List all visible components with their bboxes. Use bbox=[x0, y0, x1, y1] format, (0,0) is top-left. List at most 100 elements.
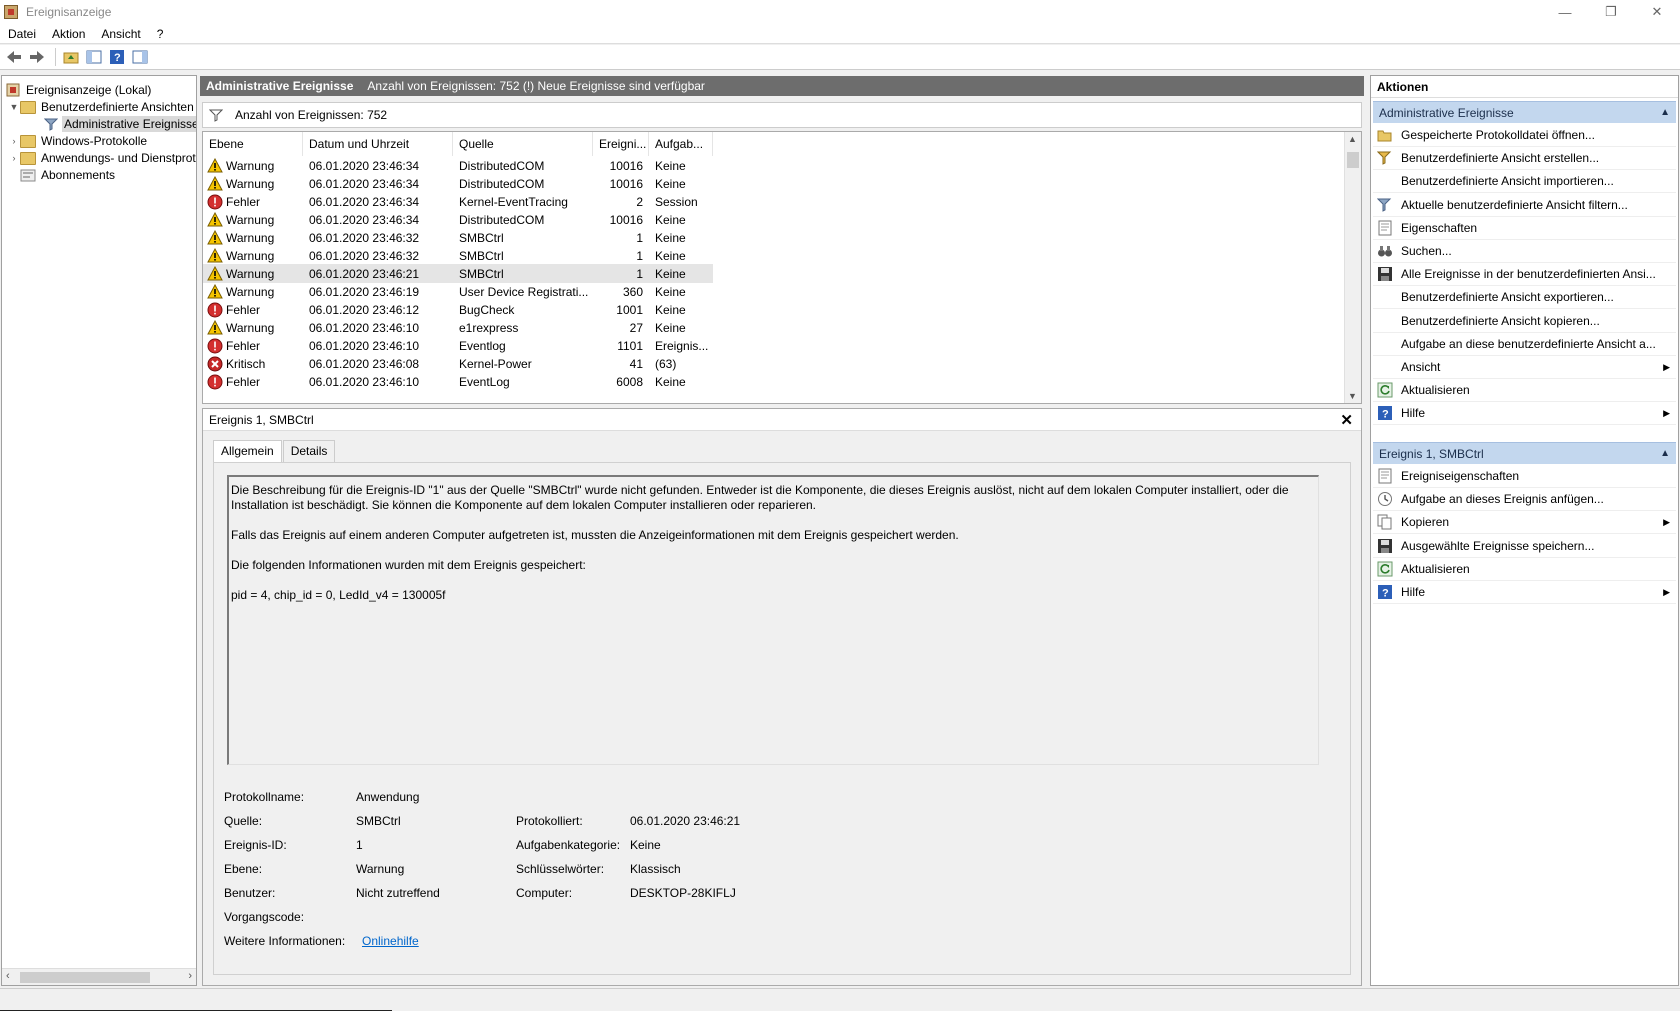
event-description[interactable]: Die Beschreibung für die Ereignis-ID "1"… bbox=[227, 475, 1319, 765]
event-row[interactable]: Fehler 06.01.2020 23:46:34 Kernel-EventTra… bbox=[203, 192, 713, 211]
back-arrow-icon bbox=[7, 51, 21, 63]
column-header-ereignis-id[interactable]: Ereigni... bbox=[593, 132, 649, 156]
scroll-thumb[interactable] bbox=[20, 972, 150, 983]
collapse-chevron-icon[interactable]: ▲ bbox=[1660, 448, 1670, 459]
column-header-aufgabe[interactable]: Aufgab... bbox=[649, 132, 713, 156]
action-item[interactable]: Aufgabe an dieses Ereignis anfügen... bbox=[1373, 488, 1676, 512]
event-row[interactable]: Warnung 06.01.2020 23:46:34 DistributedCOM… bbox=[203, 210, 713, 229]
event-row[interactable]: Kritisch 06.01.2020 23:46:08 Kernel-Power 4… bbox=[203, 354, 713, 373]
onlinehilfe-link[interactable]: Onlinehilfe bbox=[362, 934, 419, 948]
show-hide-tree-button[interactable] bbox=[84, 47, 104, 67]
cell-datum: 06.01.2020 23:46:34 bbox=[309, 158, 420, 173]
detail-title: Ereignis 1, SMBCtrl bbox=[209, 412, 314, 427]
tree-item-anwendungs-und-dienstprotokolle[interactable]: › Anwendungs- und Dienstprotokolle bbox=[8, 149, 197, 167]
label-aufgabenkategorie: Aufgabenkategorie: bbox=[516, 838, 621, 852]
collapsed-chevron-icon[interactable]: › bbox=[8, 136, 20, 146]
close-window-button[interactable]: ✕ bbox=[1634, 0, 1680, 24]
cell-quelle: Kernel-EventTracing bbox=[459, 194, 568, 209]
action-item[interactable]: Alle Ereignisse in der benutzerdefiniert… bbox=[1373, 263, 1676, 287]
show-hide-actions-button[interactable] bbox=[130, 47, 150, 67]
column-header-ebene[interactable]: Ebene bbox=[203, 132, 303, 156]
minimize-button[interactable]: — bbox=[1542, 0, 1588, 24]
up-folder-button[interactable] bbox=[61, 47, 81, 67]
collapsed-chevron-icon[interactable]: › bbox=[8, 153, 20, 163]
event-row[interactable]: Fehler 06.01.2020 23:46:12 BugCheck 1001 Kei… bbox=[203, 300, 713, 319]
action-item[interactable]: Kopieren ▶ bbox=[1373, 511, 1676, 535]
event-level: Warnung bbox=[226, 284, 275, 299]
action-item[interactable]: Benutzerdefinierte Ansicht importieren..… bbox=[1373, 170, 1676, 194]
value-schluesselwoerter: Klassisch bbox=[630, 862, 681, 876]
collapse-chevron-icon[interactable]: ▲ bbox=[1660, 107, 1670, 118]
column-header-datum[interactable]: Datum und Uhrzeit bbox=[303, 132, 453, 156]
menu-help[interactable]: ? bbox=[149, 24, 172, 44]
scroll-right-icon[interactable]: › bbox=[188, 970, 192, 982]
critical-icon bbox=[207, 356, 223, 372]
back-button[interactable] bbox=[4, 47, 24, 67]
cell-quelle: DistributedCOM bbox=[459, 158, 545, 173]
cell-quelle: DistributedCOM bbox=[459, 176, 545, 191]
tree-item-abonnements[interactable]: Abonnements bbox=[20, 166, 117, 184]
action-item[interactable]: Gespeicherte Protokolldatei öffnen... bbox=[1373, 124, 1676, 147]
event-row[interactable]: Warnung 06.01.2020 23:46:32 SMBCtrl 1 Keine bbox=[203, 246, 713, 265]
action-item[interactable]: ? Hilfe ▶ bbox=[1373, 581, 1676, 604]
event-row[interactable]: Warnung 06.01.2020 23:46:34 DistributedCOM… bbox=[203, 156, 713, 175]
tree-item-windows-protokolle[interactable]: › Windows-Protokolle bbox=[8, 132, 149, 150]
action-label: Suchen... bbox=[1401, 244, 1452, 258]
scroll-down-icon[interactable]: ▼ bbox=[1348, 391, 1357, 401]
subscription-icon bbox=[20, 169, 36, 182]
action-item[interactable]: Benutzerdefinierte Ansicht erstellen... bbox=[1373, 147, 1676, 171]
toolbar-separator bbox=[55, 48, 56, 66]
menu-ansicht[interactable]: Ansicht bbox=[93, 24, 148, 44]
forward-button[interactable] bbox=[27, 47, 47, 67]
event-level: Fehler bbox=[226, 194, 261, 209]
list-vertical-scrollbar[interactable]: ▲ ▼ bbox=[1344, 132, 1361, 403]
action-item[interactable]: Aufgabe an diese benutzerdefinierte Ansi… bbox=[1373, 333, 1676, 356]
expanded-chevron-icon[interactable]: ▼ bbox=[8, 102, 20, 112]
value-computer: DESKTOP-28KIFLJ bbox=[630, 886, 736, 900]
action-item[interactable]: Aktuelle benutzerdefinierte Ansicht filt… bbox=[1373, 194, 1676, 217]
tree-item-ereignisanzeige[interactable]: Ereignisanzeige (Lokal) bbox=[6, 81, 153, 99]
cell-quelle: SMBCtrl bbox=[459, 266, 504, 281]
tab-allgemein[interactable]: Allgemein bbox=[213, 440, 282, 463]
restore-button[interactable]: ❐ bbox=[1588, 0, 1634, 24]
cell-quelle: Eventlog bbox=[459, 338, 506, 353]
tree-item-benutzerdefinierte-ansichten[interactable]: ▼ Benutzerdefinierte Ansichten bbox=[8, 98, 196, 116]
tab-details[interactable]: Details bbox=[282, 440, 336, 462]
action-label: Hilfe bbox=[1401, 585, 1426, 599]
action-item[interactable]: Ansicht ▶ bbox=[1373, 356, 1676, 379]
cell-ebene: Warnung bbox=[203, 157, 303, 174]
actions-section-ereignis[interactable]: Ereignis 1, SMBCtrl ▲ bbox=[1373, 442, 1676, 464]
event-row[interactable]: Warnung 06.01.2020 23:46:19 User Device Re… bbox=[203, 282, 713, 301]
tree-horizontal-scrollbar[interactable]: ‹ › bbox=[2, 968, 196, 985]
event-row[interactable]: Warnung 06.01.2020 23:46:34 DistributedCOM… bbox=[203, 174, 713, 193]
label-weitere-informationen: Weitere Informationen: bbox=[224, 934, 346, 948]
menu-aktion[interactable]: Aktion bbox=[44, 24, 93, 44]
action-item[interactable]: Benutzerdefinierte Ansicht exportieren..… bbox=[1373, 286, 1676, 310]
action-item[interactable]: Aktualisieren bbox=[1373, 379, 1676, 403]
event-row[interactable]: Fehler 06.01.2020 23:46:10 EventLog 6008 Kei… bbox=[203, 372, 713, 391]
action-item[interactable]: Benutzerdefinierte Ansicht kopieren... bbox=[1373, 310, 1676, 333]
menu-datei[interactable]: Datei bbox=[0, 24, 44, 44]
actions-title: Aktionen bbox=[1371, 76, 1678, 98]
action-item[interactable]: Ereigniseigenschaften bbox=[1373, 465, 1676, 488]
help-toolbar-button[interactable]: ? bbox=[107, 47, 127, 67]
action-item[interactable]: ? Hilfe ▶ bbox=[1373, 402, 1676, 426]
action-item[interactable]: Ausgewählte Ereignisse speichern... bbox=[1373, 535, 1676, 558]
event-row[interactable]: Warnung 06.01.2020 23:46:32 SMBCtrl 1 Keine bbox=[203, 228, 713, 247]
event-row[interactable]: Warnung 06.01.2020 23:46:21 SMBCtrl 1 Keine bbox=[203, 264, 713, 283]
action-item[interactable]: Aktualisieren bbox=[1373, 558, 1676, 581]
warning-icon bbox=[207, 319, 223, 336]
label-protokolliert: Protokolliert: bbox=[516, 814, 583, 828]
tree-item-administrative-ereignisse[interactable]: Administrative Ereignisse bbox=[44, 115, 196, 133]
close-icon[interactable]: ✕ bbox=[1340, 411, 1353, 429]
scroll-up-icon[interactable]: ▲ bbox=[1348, 134, 1357, 144]
event-row[interactable]: Warnung 06.01.2020 23:46:10 e1rexpress 27 Ke… bbox=[203, 318, 713, 337]
actions-section-administrative-ereignisse[interactable]: Administrative Ereignisse ▲ bbox=[1373, 101, 1676, 123]
scroll-thumb[interactable] bbox=[1347, 152, 1359, 168]
event-row[interactable]: Fehler 06.01.2020 23:46:10 Eventlog 1101 Ere… bbox=[203, 336, 713, 355]
action-item[interactable]: Eigenschaften bbox=[1373, 217, 1676, 240]
column-header-quelle[interactable]: Quelle bbox=[453, 132, 593, 156]
action-label: Aktualisieren bbox=[1401, 561, 1470, 576]
scroll-left-icon[interactable]: ‹ bbox=[6, 970, 10, 982]
action-item[interactable]: Suchen... bbox=[1373, 240, 1676, 263]
